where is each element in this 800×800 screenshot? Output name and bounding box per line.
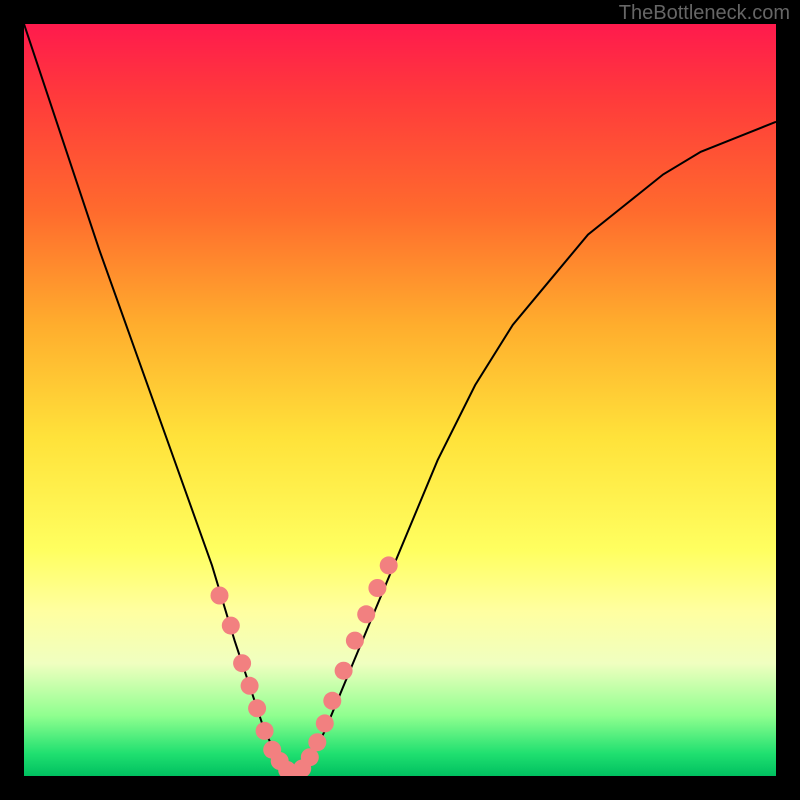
marker-dot bbox=[256, 722, 274, 740]
marker-dot bbox=[211, 587, 229, 605]
marker-dot bbox=[335, 662, 353, 680]
marker-dot bbox=[241, 677, 259, 695]
marker-dot bbox=[323, 692, 341, 710]
bottleneck-curve bbox=[24, 24, 776, 776]
highlight-markers bbox=[211, 556, 398, 776]
marker-dot bbox=[368, 579, 386, 597]
marker-dot bbox=[222, 617, 240, 635]
marker-dot bbox=[346, 632, 364, 650]
curve-path bbox=[24, 24, 776, 776]
marker-dot bbox=[308, 733, 326, 751]
watermark-text: TheBottleneck.com bbox=[619, 2, 790, 25]
marker-dot bbox=[233, 654, 251, 672]
marker-dot bbox=[316, 714, 334, 732]
marker-dot bbox=[248, 699, 266, 717]
marker-dot bbox=[380, 556, 398, 574]
marker-dot bbox=[357, 605, 375, 623]
chart-plot-area bbox=[24, 24, 776, 776]
chart-svg bbox=[24, 24, 776, 776]
